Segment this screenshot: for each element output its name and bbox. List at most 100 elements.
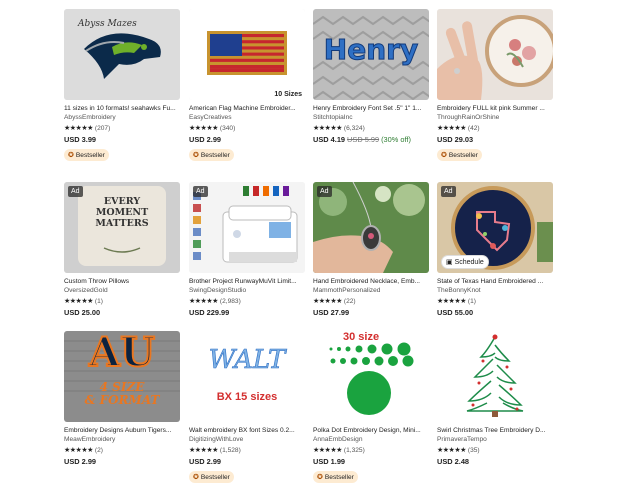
overlay-text: AU	[88, 331, 156, 377]
polka-dot-image	[313, 331, 429, 422]
listing-card[interactable]: Swirl Christmas Tree Embroidery D... Pri…	[437, 331, 553, 466]
listing-image[interactable]	[437, 9, 553, 100]
listing-card[interactable]: 30 size Polka Dot Embroidery Design, Min…	[313, 331, 429, 484]
overlay-line: MATTERS	[95, 218, 149, 229]
listing-image[interactable]: AU 4 SIZE & FORMAT	[64, 331, 180, 422]
bestseller-badge: ✪ Bestseller	[437, 149, 482, 161]
star-icons: ★★★★★	[64, 298, 93, 305]
review-count: (1)	[94, 297, 103, 305]
listing-card[interactable]: Ad Hand Embroidered Necklace, Emb... Mam…	[313, 182, 429, 317]
overlay-text: Henry	[323, 33, 419, 67]
overlay-text: 4 SIZE & FORMAT	[64, 381, 180, 407]
listing-title[interactable]: Brother Project RunwayMuVit Limit...	[189, 278, 305, 285]
calendar-icon: ▣	[446, 259, 453, 266]
shop-name: SwingDesignStudio	[189, 287, 247, 294]
listing-title[interactable]: Hand Embroidered Necklace, Emb...	[313, 278, 429, 285]
rating: ★★★★★ (1,325)	[313, 446, 429, 455]
listing-image[interactable]: Ad ▣ Schedule	[437, 182, 553, 273]
listing-card[interactable]: Henry Henry Embroidery Font Set .5" 1" 1…	[313, 9, 429, 144]
overlay-text: 10 Sizes	[274, 91, 302, 98]
rating: ★★★★★ (340)	[189, 124, 305, 133]
price: USD 29.03	[437, 135, 474, 144]
listing-title[interactable]: Swirl Christmas Tree Embroidery D...	[437, 427, 553, 434]
listing-image[interactable]: WALT BX 15 sizes	[189, 331, 305, 422]
bestseller-badge: ✪ Bestseller	[64, 149, 109, 161]
review-count: (2,983)	[219, 297, 241, 305]
listing-card[interactable]: AU 4 SIZE & FORMAT Embroidery Designs Au…	[64, 331, 180, 466]
listing-image[interactable]	[437, 331, 553, 422]
price: USD 2.99	[189, 457, 222, 466]
award-icon: ✪	[317, 474, 323, 481]
star-icons: ★★★★★	[189, 125, 218, 132]
original-price: USD 5.99	[347, 135, 380, 144]
listing-card[interactable]: Ad Brother Project RunwayMuVit Limit... …	[189, 182, 305, 317]
listing-title[interactable]: Custom Throw Pillows	[64, 278, 180, 285]
rating: ★★★★★ (42)	[437, 124, 553, 133]
listing-title[interactable]: Embroidery Designs Auburn Tigers...	[64, 427, 180, 434]
price: USD 1.99	[313, 457, 346, 466]
review-count: (2)	[94, 446, 103, 454]
listing-title[interactable]: Henry Embroidery Font Set .5" 1" 1...	[313, 105, 429, 112]
rating: ★★★★★ (207)	[64, 124, 180, 133]
overlay-line: EVERY	[103, 196, 141, 207]
rating: ★★★★★ (2,983)	[189, 297, 305, 306]
award-icon: ✪	[68, 152, 74, 159]
review-count: (22)	[343, 297, 356, 305]
listing-card[interactable]: Abyss Mazes 11 sizes in 10 formats! seah…	[64, 9, 180, 162]
star-icons: ★★★★★	[64, 447, 93, 454]
listing-image[interactable]: Ad EVERY MOMENT MATTERS	[64, 182, 180, 273]
listing-image[interactable]: Ad	[313, 182, 429, 273]
star-icons: ★★★★★	[437, 298, 466, 305]
badge-label: Bestseller	[200, 151, 230, 159]
review-count: (1)	[467, 297, 476, 305]
review-count: (35)	[467, 446, 480, 454]
listing-title[interactable]: Walt embroidery BX font Sizes 0.2...	[189, 427, 305, 434]
overlay-text: Abyss Mazes	[78, 19, 137, 29]
listing-title[interactable]: American Flag Machine Embroider...	[189, 105, 305, 112]
listing-title[interactable]: Polka Dot Embroidery Design, Mini...	[313, 427, 429, 434]
ad-label: Ad	[317, 186, 332, 197]
listing-image[interactable]: Ad	[189, 182, 305, 273]
overlay-text: EVERY MOMENT MATTERS	[64, 196, 180, 229]
listing-title[interactable]: 11 sizes in 10 formats! seahawks Fu...	[64, 105, 180, 112]
listing-card[interactable]: Ad ▣ Schedule State of Texas Hand Embroi…	[437, 182, 553, 317]
shop-name: AnnaEmbDesign	[313, 436, 363, 443]
listing-title[interactable]: State of Texas Hand Embroidered ...	[437, 278, 553, 285]
listing-grid: Abyss Mazes 11 sizes in 10 formats! seah…	[0, 0, 640, 492]
listing-image[interactable]: Abyss Mazes	[64, 9, 180, 100]
badge-label: Bestseller	[75, 151, 105, 159]
listing-card[interactable]: 10 Sizes American Flag Machine Embroider…	[189, 9, 305, 162]
star-icons: ★★★★★	[189, 447, 218, 454]
schedule-label: Schedule	[454, 259, 484, 266]
rating: ★★★★★ (22)	[313, 297, 429, 306]
listing-card[interactable]: Embroidery FULL kit pink Summer ... Thro…	[437, 9, 553, 162]
shop-name: MeawEmbroidery	[64, 436, 116, 443]
star-icons: ★★★★★	[313, 447, 342, 454]
listing-image[interactable]: 30 size	[313, 331, 429, 422]
review-count: (1,325)	[343, 446, 365, 454]
price: USD 3.99	[64, 135, 97, 144]
price: USD 229.99	[189, 308, 230, 317]
listing-card[interactable]: WALT BX 15 sizes Walt embroidery BX font…	[189, 331, 305, 484]
listing-title[interactable]: Embroidery FULL kit pink Summer ...	[437, 105, 553, 112]
shop-name: AbyssEmbroidery	[64, 114, 116, 121]
price: USD 2.99	[64, 457, 97, 466]
listing-image[interactable]: 10 Sizes	[189, 9, 305, 100]
price: USD 27.99	[313, 308, 350, 317]
shop-name: MammothPersonalized	[313, 287, 381, 294]
overlay-text: BX 15 sizes	[216, 391, 278, 403]
star-icons: ★★★★★	[437, 125, 466, 132]
review-count: (340)	[219, 124, 236, 132]
shop-name: PrimaveraTempo	[437, 436, 487, 443]
shop-name: DigitizingWithLove	[189, 436, 244, 443]
review-count: (42)	[467, 124, 480, 132]
listing-image[interactable]: Henry	[313, 9, 429, 100]
price: USD 55.00	[437, 308, 474, 317]
overlay-line: MOMENT	[95, 207, 149, 218]
badge-label: Bestseller	[324, 473, 354, 481]
american-flag-image	[189, 9, 305, 100]
rating: ★★★★★ (1,528)	[189, 446, 305, 455]
discount: (30% off)	[381, 135, 411, 144]
review-count: (207)	[94, 124, 111, 132]
listing-card[interactable]: Ad EVERY MOMENT MATTERS Custom Throw Pil…	[64, 182, 180, 317]
